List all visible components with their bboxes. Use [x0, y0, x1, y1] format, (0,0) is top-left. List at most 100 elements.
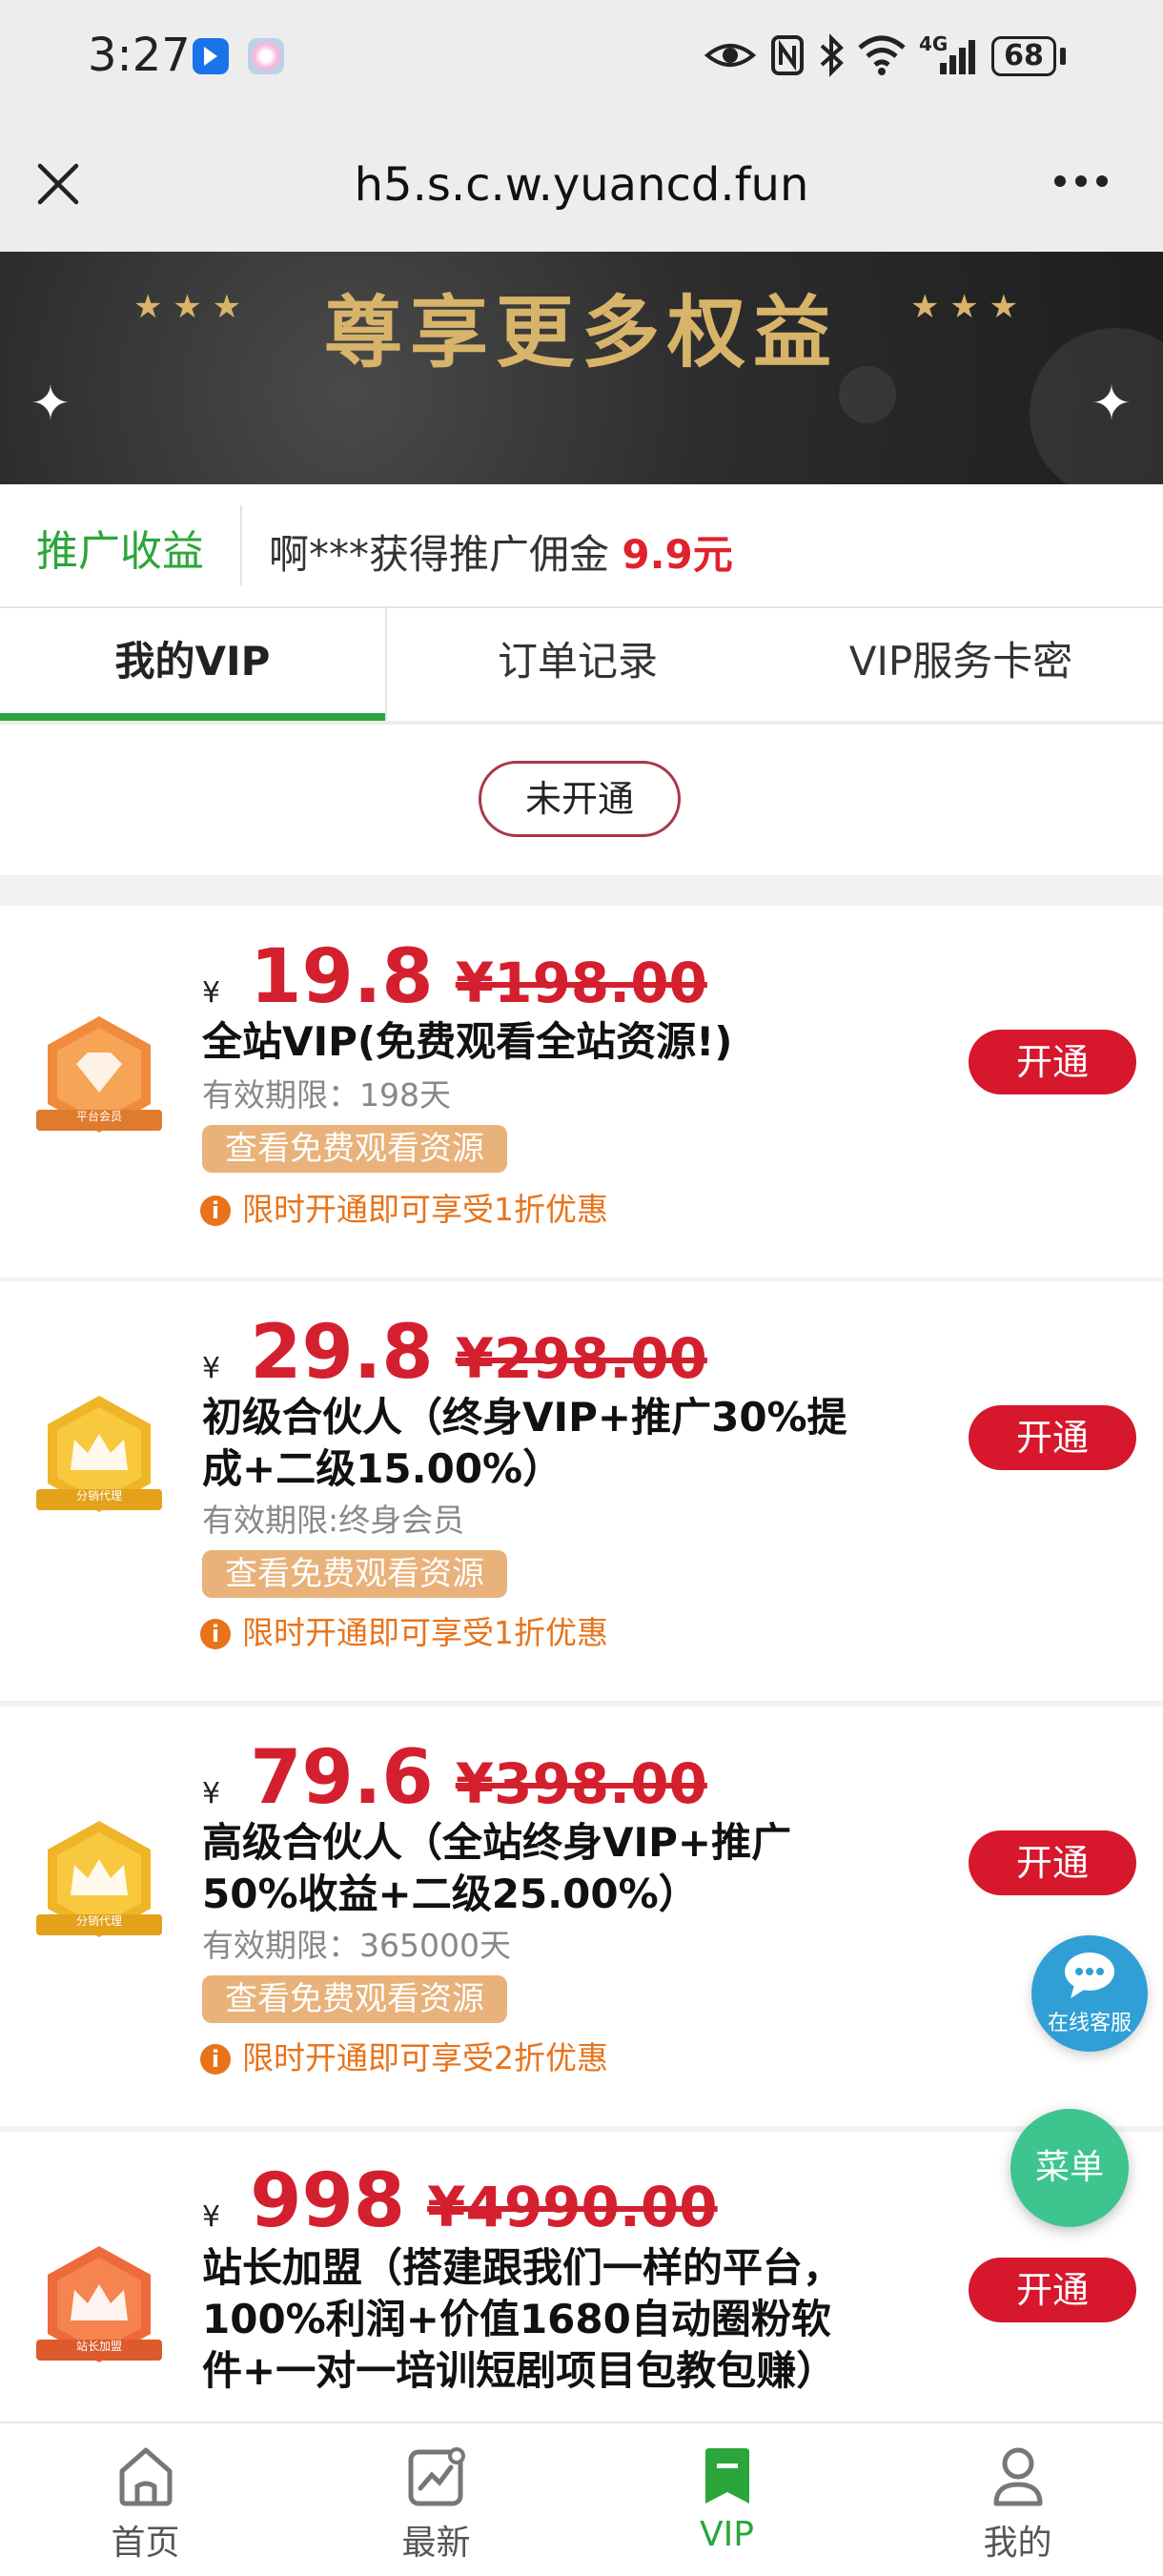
- vip-banner: ★ ★ ★ 尊享更多权益 ★ ★ ★ ✦ ✦: [0, 252, 1163, 484]
- vip-status-badge: 未开通: [479, 761, 681, 837]
- plan-title: 全站VIP(免费观看全站资源!): [202, 1018, 733, 1065]
- bluetooth-icon: [820, 33, 844, 77]
- original-price: ¥4990.00: [427, 2175, 718, 2239]
- info-icon: i: [200, 1619, 231, 1649]
- plan-card: 分销代理 ¥ 29.8 ¥298.00 初级合伙人（终身VIP+推广30%提成+…: [0, 1281, 1163, 1701]
- info-icon: i: [200, 2044, 231, 2075]
- plan-card: 平台会员 ¥ 19.8 ¥198.00 全站VIP(免费观看全站资源!) 有效期…: [0, 906, 1163, 1278]
- discount-note-text: 限时开通即可享受1折优惠: [242, 1614, 608, 1651]
- price-row: ¥ 19.8 ¥198.00: [202, 934, 707, 1020]
- price: 998: [250, 2158, 406, 2244]
- bookmark-icon: [705, 2448, 749, 2504]
- price: 79.6: [250, 1735, 434, 1821]
- tab-active-indicator: [0, 713, 385, 721]
- currency-symbol: ¥: [202, 1352, 221, 1385]
- status-bar: 3:27 4G 68: [0, 0, 1163, 116]
- original-price: ¥398.00: [455, 1751, 707, 1816]
- view-free-resources-tag[interactable]: 查看免费观看资源: [202, 1550, 507, 1598]
- discount-note: i 限时开通即可享受1折优惠: [200, 1607, 608, 1653]
- diamond-badge-icon: [36, 1016, 162, 1133]
- currency-symbol: ¥: [202, 976, 221, 1010]
- discount-note-text: 限时开通即可享受1折优惠: [242, 1191, 608, 1228]
- user-icon: [993, 2447, 1043, 2506]
- app-notification-icon: [193, 38, 229, 74]
- discount-note: i 限时开通即可享受1折优惠: [200, 1184, 608, 1230]
- tab-bar: 我的VIP 订单记录 VIP服务卡密: [0, 606, 1163, 726]
- star-icon: ★ ★ ★: [910, 288, 1019, 326]
- app-notification-icon-2: [248, 38, 284, 74]
- badge-label: 平台会员: [75, 1110, 122, 1123]
- status-time: 3:27: [88, 29, 191, 82]
- tab-order-records[interactable]: 订单记录: [385, 608, 770, 721]
- nav-mine-label: 我的: [983, 2524, 1052, 2563]
- badge-label: 站长加盟: [75, 2340, 122, 2353]
- price: 29.8: [250, 1310, 434, 1396]
- badge-label: 分销代理: [75, 1914, 122, 1928]
- battery-icon: 68: [991, 36, 1056, 76]
- wifi-icon: [858, 35, 906, 75]
- nav-home-label: 首页: [111, 2524, 180, 2563]
- badge-label: 分销代理: [75, 1489, 122, 1503]
- eye-icon: [704, 44, 757, 67]
- promo-message-text: 啊***获得推广佣金: [269, 531, 610, 578]
- discount-note: i 限时开通即可享受2折优惠: [200, 2033, 608, 2078]
- open-vip-button[interactable]: 开通: [969, 1030, 1136, 1094]
- tab-my-vip[interactable]: 我的VIP: [0, 608, 385, 721]
- plan-validity: 有效期限:终身会员: [202, 1502, 465, 1539]
- price-row: ¥ 998 ¥4990.00: [202, 2158, 718, 2244]
- price-row: ¥ 29.8 ¥298.00: [202, 1310, 707, 1396]
- nav-home[interactable]: 首页: [0, 2423, 291, 2576]
- info-icon: i: [200, 1196, 231, 1226]
- chat-bubble-icon: [1065, 1952, 1114, 1998]
- browser-header: h5.s.c.w.yuancd.fun: [0, 116, 1163, 252]
- crown-badge-icon: [36, 1821, 162, 1937]
- menu-button[interactable]: 菜单: [1010, 2109, 1129, 2227]
- battery-tip: [1060, 48, 1066, 65]
- nav-latest[interactable]: 最新: [291, 2423, 582, 2576]
- discount-note-text: 限时开通即可享受2折优惠: [242, 2039, 608, 2076]
- divider: [240, 505, 242, 585]
- nav-vip[interactable]: VIP: [582, 2423, 872, 2576]
- open-vip-button[interactable]: 开通: [969, 1830, 1136, 1895]
- tab-vip-card-key[interactable]: VIP服务卡密: [768, 608, 1153, 721]
- plan-validity: 有效期限：198天: [202, 1076, 451, 1114]
- open-vip-button[interactable]: 开通: [969, 2258, 1136, 2322]
- plan-validity: 有效期限：365000天: [202, 1927, 511, 1964]
- currency-symbol: ¥: [202, 2200, 221, 2234]
- promo-amount: 9.9元: [622, 531, 733, 578]
- decor-circle: [839, 366, 896, 423]
- promo-ticker: 推广收益 啊***获得推广佣金 9.9元: [0, 484, 1163, 606]
- nav-mine[interactable]: 我的: [872, 2423, 1163, 2576]
- nav-vip-label: VIP: [700, 2515, 754, 2554]
- crown-badge-icon: [36, 1396, 162, 1512]
- price-row: ¥ 79.6 ¥398.00: [202, 1735, 707, 1821]
- signal-icon: [940, 40, 975, 74]
- promo-label[interactable]: 推广收益: [36, 517, 204, 578]
- vip-status-area: 未开通: [0, 725, 1163, 875]
- home-icon: [119, 2447, 173, 2506]
- plan-title: 高级合伙人（全站终身VIP+推广50%收益+二级25.00%）: [202, 1819, 792, 1917]
- divider: [385, 608, 387, 721]
- plan-card: 分销代理 ¥ 79.6 ¥398.00 高级合伙人（全站终身VIP+推广50%收…: [0, 1707, 1163, 2126]
- nfc-icon: [771, 35, 804, 75]
- crown-badge-icon: [36, 2246, 162, 2362]
- online-service-label: 在线客服: [1047, 2012, 1132, 2035]
- view-free-resources-tag[interactable]: 查看免费观看资源: [202, 1975, 507, 2023]
- view-free-resources-tag[interactable]: 查看免费观看资源: [202, 1125, 507, 1173]
- page-url: h5.s.c.w.yuancd.fun: [354, 158, 809, 212]
- trend-chart-icon: [408, 2447, 465, 2506]
- bottom-navigation: 首页 最新 VIP 我的: [0, 2422, 1163, 2576]
- more-icon[interactable]: [1052, 174, 1110, 189]
- price: 19.8: [250, 934, 434, 1020]
- currency-symbol: ¥: [202, 1777, 221, 1810]
- original-price: ¥298.00: [455, 1326, 707, 1391]
- online-service-button[interactable]: 在线客服: [1031, 1935, 1148, 2052]
- nav-latest-label: 最新: [401, 2524, 471, 2563]
- open-vip-button[interactable]: 开通: [969, 1405, 1136, 1470]
- original-price: ¥198.00: [455, 951, 707, 1015]
- plan-title: 站长加盟（搭建跟我们一样的平台，100%利润+价值1680自动圈粉软件+一对一培…: [202, 2244, 844, 2394]
- plan-title: 初级合伙人（终身VIP+推广30%提成+二级15.00%）: [202, 1394, 847, 1492]
- battery-level: 68: [1004, 39, 1044, 72]
- plan-card: 站长加盟 ¥ 998 ¥4990.00 站长加盟（搭建跟我们一样的平台，100%…: [0, 2132, 1163, 2422]
- promo-message: 啊***获得推广佣金 9.9元: [269, 522, 733, 581]
